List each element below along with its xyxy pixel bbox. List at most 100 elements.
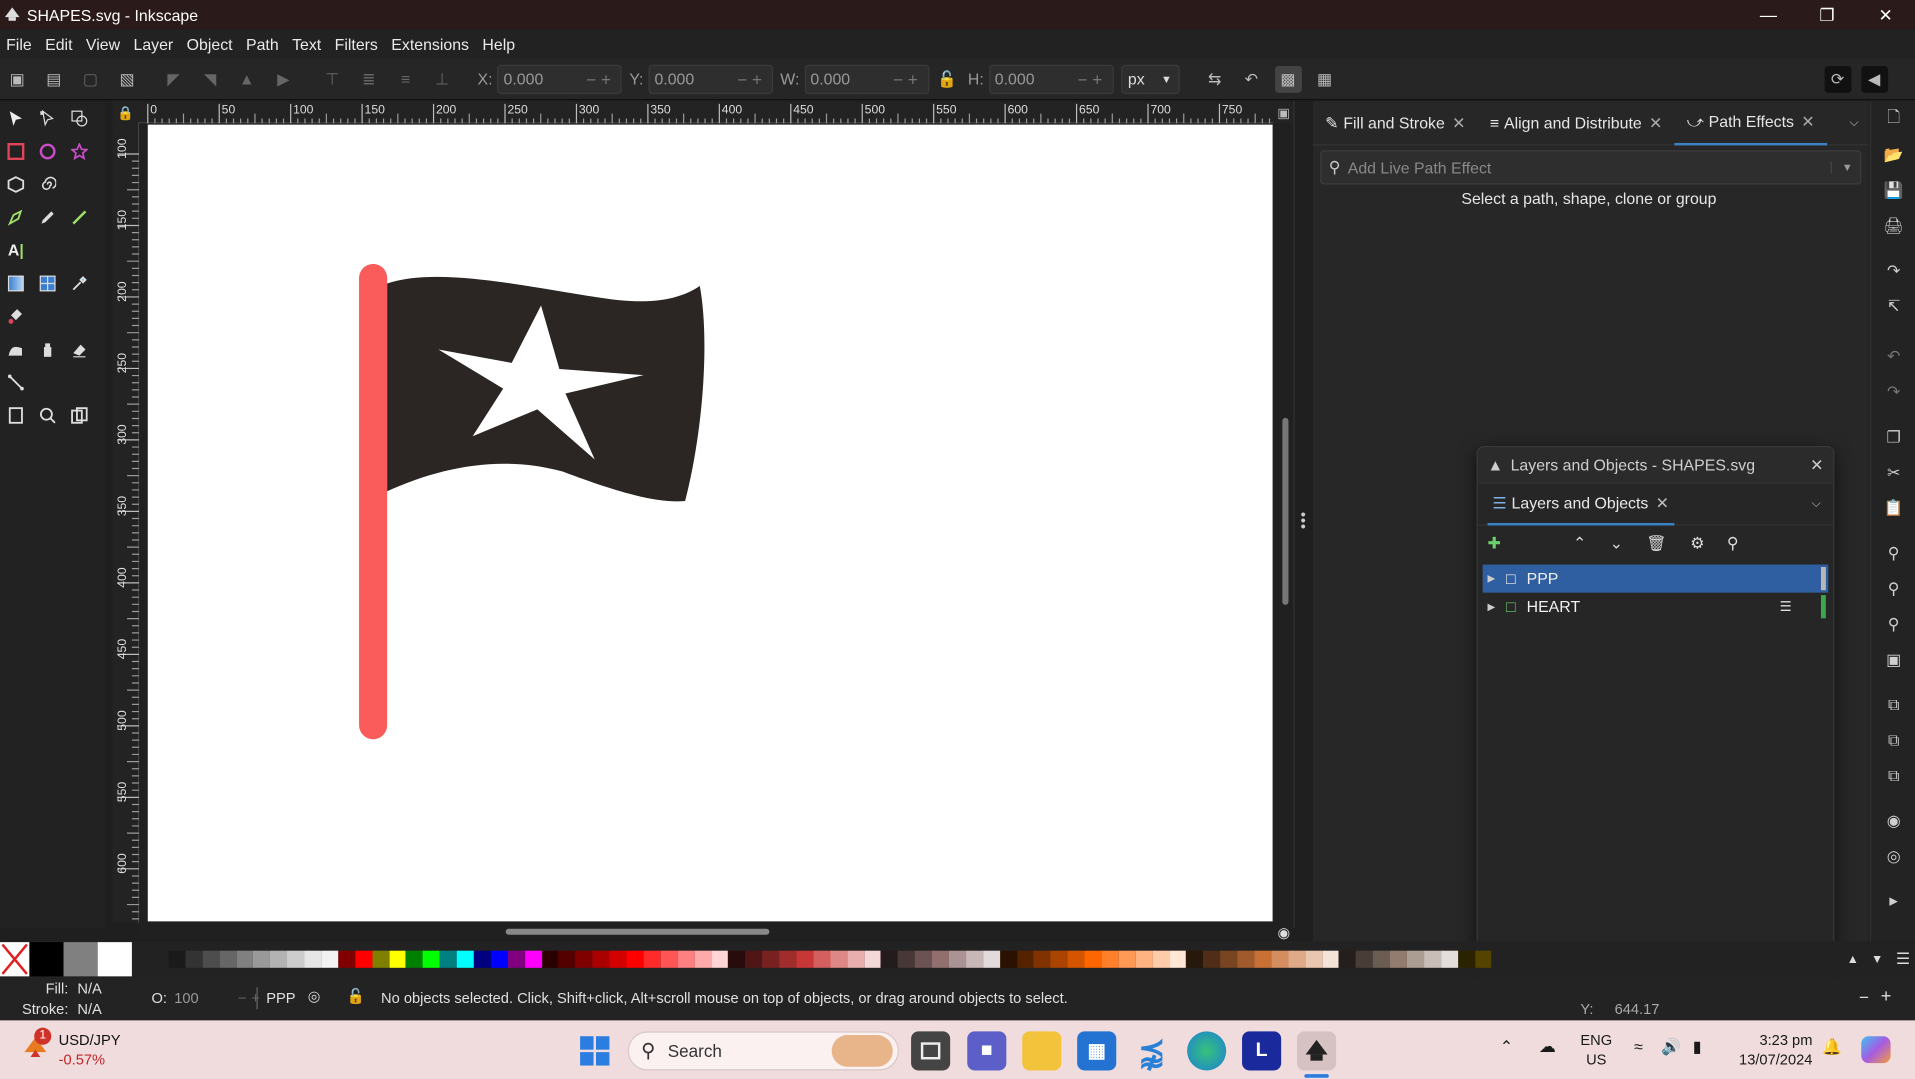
palette-swatch[interactable] (456, 950, 474, 968)
palette-swatch[interactable] (1271, 950, 1289, 968)
palette-swatch[interactable] (914, 950, 932, 968)
menu-help[interactable]: Help (476, 35, 522, 53)
add-live-path-effect-search[interactable]: ⚲ Add Live Path Effect ▼ (1320, 150, 1862, 185)
fill-indicator[interactable]: Fill: N/A (5, 980, 115, 997)
trash-icon[interactable]: 🗑 (1646, 534, 1673, 554)
palette-swatch[interactable] (660, 950, 678, 968)
palette-swatch[interactable] (1389, 950, 1407, 968)
palette-swatch[interactable] (1373, 950, 1390, 968)
palette-swatch[interactable] (524, 950, 542, 968)
palette-swatch[interactable] (1220, 950, 1238, 968)
battery-icon[interactable]: ▮ (1693, 1037, 1702, 1057)
rotate-cw-icon[interactable]: ◥ (197, 65, 224, 92)
document-page[interactable] (147, 124, 1273, 922)
snap-toggle-icon[interactable]: ⟳ (1824, 65, 1851, 93)
new-document-icon[interactable]: 🗋 (1871, 101, 1915, 136)
import-icon[interactable]: ↷ (1871, 253, 1915, 288)
group-icon[interactable]: ◉ (1871, 803, 1915, 838)
palette-scroll-down-icon[interactable]: ▼ (1871, 953, 1883, 966)
scale-stroke-icon[interactable]: ⇆ (1201, 65, 1228, 92)
menu-extensions[interactable]: Extensions (385, 35, 476, 53)
dock-splitter[interactable]: • • • (1293, 101, 1313, 928)
touch-select-icon[interactable]: ▧ (114, 65, 141, 92)
palette-swatch[interactable] (592, 950, 610, 968)
palette-swatch[interactable] (898, 950, 915, 968)
flag-pole[interactable] (359, 263, 388, 740)
vscode-icon[interactable]: ⪹ (1132, 1031, 1171, 1070)
select-all-icon[interactable]: ▣ (4, 65, 31, 92)
palette-swatch[interactable] (1067, 950, 1085, 968)
dock-menu-chevron-icon[interactable]: ⌵ (1850, 116, 1859, 129)
display-mode-icon[interactable]: ◉ (1277, 924, 1294, 941)
save-icon[interactable]: 💾 (1871, 172, 1915, 207)
palette-swatch[interactable] (372, 950, 390, 968)
ungroup-icon[interactable]: ◎ (1871, 838, 1915, 873)
palette-swatch[interactable] (1288, 950, 1306, 968)
onedrive-icon[interactable]: ☁ (1539, 1036, 1556, 1057)
menu-edit[interactable]: Edit (39, 35, 80, 53)
palette-swatch[interactable] (728, 950, 746, 968)
mesh-tool-icon[interactable] (32, 267, 64, 299)
palette-swatch[interactable] (881, 950, 899, 968)
x-stepper[interactable]: −+ (586, 69, 616, 89)
connector-tool-icon[interactable] (0, 366, 32, 398)
teams-icon[interactable]: ■ (967, 1031, 1007, 1071)
raise-to-top-icon[interactable]: ⊤ (319, 65, 346, 92)
gear-icon[interactable]: ⚙ (1690, 534, 1717, 554)
clone-icon[interactable]: ⧉ (1871, 722, 1915, 757)
deselect-icon[interactable]: ▢ (77, 65, 104, 92)
move-up-icon[interactable]: ⌃ (1573, 534, 1600, 554)
chevron-down-icon[interactable]: ⌵ (1812, 497, 1821, 510)
redo-icon[interactable]: ↷ (1871, 374, 1915, 409)
palette-swatch[interactable] (931, 950, 949, 968)
palette-swatch[interactable] (202, 950, 220, 968)
layer-row-heart[interactable]: ▶ □ HEART ☰ (1483, 593, 1829, 621)
language-indicator[interactable]: ENG US (1580, 1030, 1612, 1069)
opacity-input[interactable]: 100 (174, 990, 238, 1007)
palette-swatch[interactable] (1050, 950, 1068, 968)
volume-icon[interactable]: 🔊 (1661, 1037, 1681, 1057)
move-gradients-icon[interactable]: ▩ (1274, 65, 1302, 93)
ticker-widget[interactable]: USD/JPY -0.57% (59, 1030, 121, 1069)
unit-select[interactable]: px ▼ (1120, 64, 1180, 94)
vertical-scrollbar[interactable] (1282, 417, 1289, 605)
flip-vertical-icon[interactable]: ▶ (270, 65, 297, 92)
palette-swatch[interactable] (185, 950, 203, 968)
layer-visibility-icon[interactable]: ◎ (308, 987, 321, 1004)
edge-browser-icon[interactable] (1187, 1031, 1227, 1071)
palette-swatch[interactable] (541, 950, 559, 968)
notifications-bell-icon[interactable]: 🔔 (1822, 1037, 1842, 1057)
menu-text[interactable]: Text (286, 35, 329, 53)
swatch-gray[interactable] (63, 942, 98, 977)
task-view-icon[interactable] (911, 1031, 951, 1071)
horizontal-scrollbar[interactable] (505, 928, 770, 935)
rectangle-tool-icon[interactable] (0, 135, 32, 167)
zoom-drawing-icon[interactable]: ⚲ (1871, 571, 1915, 606)
palette-swatch[interactable] (999, 950, 1017, 968)
zoom-in-icon[interactable]: + (1881, 986, 1892, 1007)
palette-swatch[interactable] (830, 950, 848, 968)
file-explorer-icon[interactable] (1022, 1031, 1062, 1071)
w-input[interactable]: 0.000 −+ (804, 64, 929, 94)
close-tab-icon[interactable]: ✕ (1649, 113, 1662, 133)
palette-swatch[interactable] (1186, 950, 1204, 968)
palette-swatch[interactable] (711, 950, 729, 968)
lock-ratio-icon[interactable]: 🔓 (934, 65, 961, 92)
palette-swatch[interactable] (338, 950, 356, 968)
move-down-icon[interactable]: ⌄ (1610, 534, 1637, 554)
zoom-tool-icon[interactable] (32, 399, 64, 431)
palette-swatch[interactable] (1356, 950, 1374, 968)
palette-swatch[interactable] (1033, 950, 1051, 968)
palette-swatch[interactable] (270, 950, 288, 968)
text-tool-icon[interactable]: A | (0, 234, 32, 266)
palette-scroll-up-icon[interactable]: ▲ (1847, 953, 1859, 966)
layer-row-ppp[interactable]: ▶ □ PPP (1482, 564, 1829, 593)
vertical-ruler[interactable]: 100 150 200 250 300 350 400 450 500 550 600 (112, 122, 140, 934)
palette-swatch[interactable] (1135, 950, 1153, 968)
close-tab-icon[interactable]: ✕ (1656, 493, 1669, 513)
menu-object[interactable]: Object (181, 35, 240, 53)
paste-icon[interactable]: 📋 (1871, 490, 1915, 525)
undo-icon[interactable]: ↶ (1871, 338, 1915, 373)
palette-swatch[interactable] (1305, 950, 1323, 968)
shape-builder-tool-icon[interactable] (64, 102, 96, 134)
